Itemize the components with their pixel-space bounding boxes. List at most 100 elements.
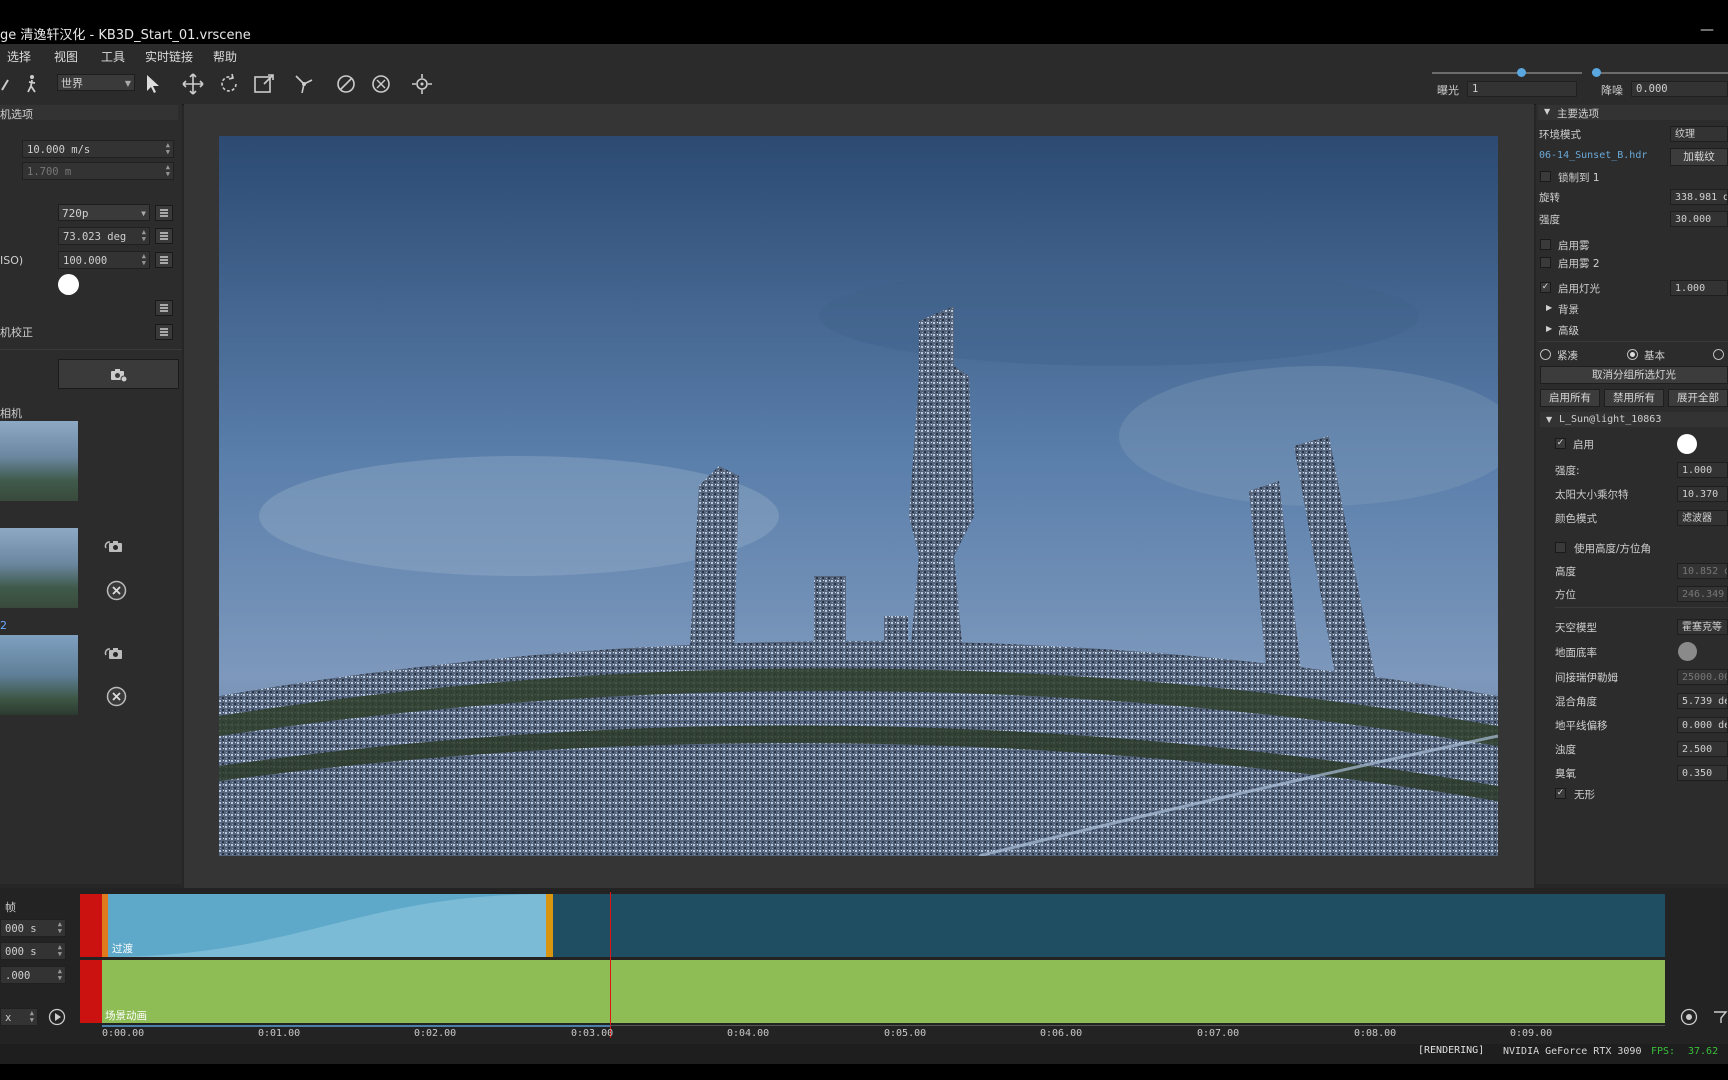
light-enable-checkbox[interactable]: ✓ xyxy=(1555,438,1566,449)
camera-update-icon[interactable] xyxy=(104,538,126,556)
use-altitude-checkbox[interactable] xyxy=(1555,542,1566,553)
sun-size-field[interactable]: 10.370 xyxy=(1677,486,1728,502)
white-balance-swatch[interactable] xyxy=(58,274,79,295)
add-camera-button[interactable] xyxy=(58,359,179,389)
fps-field[interactable]: .000 ▲ ▼ xyxy=(0,966,66,984)
env-mode-dropdown[interactable]: 纹理 xyxy=(1670,126,1728,142)
sky-model-dropdown[interactable]: 霍塞克等 xyxy=(1677,619,1728,635)
menu-view[interactable]: 视图 xyxy=(54,48,78,65)
collapse-arrow-icon[interactable]: ▼ xyxy=(1546,415,1552,424)
resolution-menu-button[interactable] xyxy=(155,205,173,221)
iso-field[interactable]: 100.000 ▲ ▼ xyxy=(58,251,150,269)
spinner-icon[interactable]: ▲ ▼ xyxy=(166,164,170,178)
end-time-field[interactable]: 000 s ▲ ▼ xyxy=(0,942,66,960)
enable-all-button[interactable]: 启用所有 xyxy=(1540,389,1600,407)
menu-live-link[interactable]: 实时链接 xyxy=(145,48,193,65)
fog1-checkbox[interactable] xyxy=(1540,239,1551,250)
menu-select[interactable]: 选择 xyxy=(7,48,31,65)
material-picker-icon[interactable] xyxy=(334,72,358,96)
expand-arrow-icon[interactable]: ▶ xyxy=(1546,324,1552,333)
ungroup-lights-button[interactable]: 取消分组所选灯光 xyxy=(1540,366,1728,384)
track-marker[interactable] xyxy=(80,960,102,1023)
camera-thumbnail-3[interactable] xyxy=(0,635,78,715)
azimuth-field[interactable]: 246.349 xyxy=(1677,586,1728,602)
scale-icon[interactable] xyxy=(252,72,276,96)
fog2-checkbox[interactable] xyxy=(1540,257,1551,268)
camera-update-icon[interactable] xyxy=(104,645,126,663)
denoise-field[interactable]: 0.000 xyxy=(1631,81,1728,97)
lights-checkbox[interactable]: ✓ xyxy=(1540,282,1551,293)
camera-correction-menu-button[interactable] xyxy=(155,324,173,340)
ozone-field[interactable]: 0.350 xyxy=(1677,765,1728,781)
white-balance-menu-button[interactable] xyxy=(155,300,173,316)
denoise-slider-handle[interactable] xyxy=(1592,68,1601,77)
filter-icon[interactable] xyxy=(1712,1008,1728,1026)
turbidity-field[interactable]: 2.500 xyxy=(1677,741,1728,757)
advanced-label[interactable]: 高级 xyxy=(1558,323,1579,338)
fov-field[interactable]: 73.023 deg ▲ ▼ xyxy=(58,227,150,245)
denoise-slider-track[interactable] xyxy=(1592,72,1728,74)
start-time-field[interactable]: 000 s ▲ ▼ xyxy=(0,919,66,937)
rotate-field[interactable]: 338.981 de xyxy=(1670,189,1728,205)
track-marker[interactable] xyxy=(80,894,102,957)
spinner-icon[interactable]: ▲ ▼ xyxy=(58,968,62,982)
invisible-checkbox[interactable]: ✓ xyxy=(1555,788,1566,799)
menu-help[interactable]: 帮助 xyxy=(213,48,237,65)
spinner-icon[interactable]: ▲ ▼ xyxy=(30,1010,34,1024)
lock-checkbox[interactable] xyxy=(1540,171,1551,182)
exposure-field[interactable]: 1 xyxy=(1467,81,1577,97)
height-field[interactable]: 1.700 m ▲ ▼ xyxy=(22,162,174,180)
radio-compact[interactable] xyxy=(1540,349,1551,360)
load-texture-button[interactable]: 加载纹 xyxy=(1670,148,1728,166)
radio-basic[interactable] xyxy=(1627,349,1638,360)
play-icon[interactable] xyxy=(48,1008,66,1026)
coordinate-space-dropdown[interactable]: 世界 ▼ xyxy=(57,74,135,91)
spinner-icon[interactable]: ▲ ▼ xyxy=(58,944,62,958)
remove-camera-icon[interactable] xyxy=(106,580,127,601)
intensity-field[interactable]: 30.000 xyxy=(1670,211,1728,227)
hdr-file-link[interactable]: 06-14_Sunset_B.hdr xyxy=(1539,150,1647,161)
playhead[interactable] xyxy=(610,892,611,1038)
remove-camera-icon[interactable] xyxy=(106,686,127,707)
expand-all-button[interactable]: 展开全部 xyxy=(1668,389,1728,407)
ground-albedo-swatch[interactable] xyxy=(1678,642,1697,661)
resolution-dropdown[interactable]: 720p ▼ xyxy=(58,204,150,221)
strength-field[interactable]: 1.000 xyxy=(1677,462,1728,478)
playback-speed-field[interactable]: x ▲ ▼ xyxy=(0,1008,38,1026)
menu-tools[interactable]: 工具 xyxy=(101,48,125,65)
material-override-icon[interactable] xyxy=(369,72,393,96)
exposure-slider-track[interactable] xyxy=(1432,72,1582,74)
camera-thumbnail-1[interactable] xyxy=(0,421,78,501)
scene-animation-track[interactable] xyxy=(80,960,1665,1023)
spinner-icon[interactable]: ▲ ▼ xyxy=(166,142,170,156)
background-label[interactable]: 背景 xyxy=(1558,302,1579,317)
spinner-icon[interactable]: ▲ ▼ xyxy=(58,921,62,935)
radio-advanced[interactable] xyxy=(1713,349,1724,360)
camera-thumbnail-2[interactable] xyxy=(0,528,78,608)
indirect-field[interactable]: 25000.00 xyxy=(1677,669,1728,685)
collapse-arrow-icon[interactable]: ▼ xyxy=(1544,107,1550,116)
select-cursor-icon[interactable] xyxy=(141,72,165,96)
speed-field[interactable]: 10.000 m/s ▲ ▼ xyxy=(22,140,174,158)
blend-angle-field[interactable]: 5.739 de xyxy=(1677,693,1728,709)
color-mode-dropdown[interactable]: 滤波器 xyxy=(1677,510,1728,526)
spinner-icon[interactable]: ▲ ▼ xyxy=(142,253,146,267)
light-color-swatch[interactable] xyxy=(1677,434,1697,454)
render-view[interactable] xyxy=(219,136,1498,856)
altitude-field[interactable]: 10.852 d xyxy=(1677,563,1728,579)
minimize-button[interactable]: — xyxy=(1700,22,1714,38)
exposure-slider-handle[interactable] xyxy=(1517,68,1526,77)
clip-start-handle[interactable] xyxy=(102,894,108,957)
horizon-offset-field[interactable]: 0.000 de xyxy=(1677,717,1728,733)
rotate-icon[interactable] xyxy=(217,72,241,96)
record-icon[interactable] xyxy=(1680,1008,1698,1026)
disable-all-button[interactable]: 禁用所有 xyxy=(1604,389,1664,407)
spinner-icon[interactable]: ▲ ▼ xyxy=(142,229,146,243)
iso-menu-button[interactable] xyxy=(155,252,173,268)
transition-clip[interactable] xyxy=(102,894,552,957)
clip-end-handle[interactable] xyxy=(546,894,553,957)
move-icon[interactable] xyxy=(181,72,205,96)
focus-target-icon[interactable] xyxy=(410,72,434,96)
lights-field[interactable]: 1.000 xyxy=(1670,280,1728,296)
expand-arrow-icon[interactable]: ▶ xyxy=(1546,303,1552,312)
